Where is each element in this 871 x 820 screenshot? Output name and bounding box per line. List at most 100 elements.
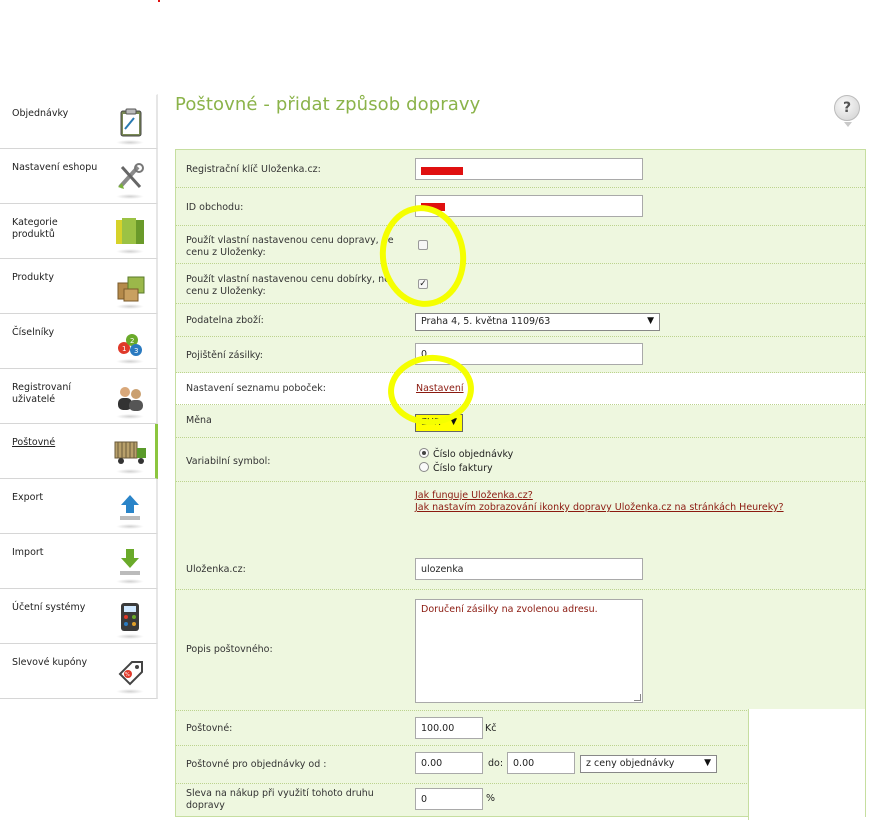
postage-to-input[interactable]: 0.00 [507,752,575,774]
download-icon [112,544,148,584]
discount-input[interactable]: 0 [415,788,483,810]
discount-label: Sleva na nákup při využití tohoto druhu … [186,788,374,811]
upload-icon [112,489,148,529]
row-currency: Měna EUR ▼ [176,405,865,438]
row-postage: Poštovné: 100.00 Kč [176,711,747,746]
variable-symbol-label: Variabilní symbol: [186,456,271,467]
sidebar-item-export[interactable]: Export [0,479,158,534]
row-postage-from: Poštovné pro objednávky od : 0.00 do: 0.… [176,746,747,784]
own-cod-label: Použít vlastní nastavenou cenu dobírky, … [186,274,390,297]
radio-button[interactable] [419,448,429,458]
sidebar-item-label: Účetní systémy [12,602,86,613]
row-variable-symbol: Variabilní symbol: Číslo objednávky Čísl… [176,438,865,482]
ulozenka-label: Uloženka.cz: [186,564,246,575]
dropdown-arrow-icon: ▼ [647,316,654,326]
truck-icon [112,434,148,474]
description-textarea[interactable]: Doručení zásilky na zvolenou adresu. [415,599,643,703]
row-branch: Podatelna zboží: Praha 4, 5. května 1109… [176,304,865,337]
coupon-icon: % [112,654,148,694]
row-discount: Sleva na nákup při využití tohoto druhu … [176,784,747,816]
sidebar-item-codebooks[interactable]: Číselníky 123 [0,314,158,369]
discount-unit: % [486,793,496,804]
branch-select-value: Praha 4, 5. května 1109/63 [421,316,551,327]
svg-text:%: % [125,672,130,678]
clipboard-icon [112,105,148,145]
row-registration-key: Registrační klíč Uloženka.cz: [176,150,865,188]
resize-grip-icon[interactable] [634,694,641,701]
vs-option-label: Číslo objednávky [433,449,514,460]
vs-option-label: Číslo faktury [433,463,493,474]
postage-basis-value: z ceny objednávky [586,758,675,769]
vs-option-order-number[interactable]: Číslo objednávky [419,448,513,462]
sidebar-item-products[interactable]: Produkty [0,259,158,314]
radio-button[interactable] [419,462,429,472]
dropdown-arrow-icon: ▼ [704,758,711,768]
numbers-icon: 123 [112,324,148,364]
registration-key-input[interactable] [415,158,643,180]
branch-select[interactable]: Praha 4, 5. května 1109/63 ▼ [415,313,660,331]
svg-text:3: 3 [134,347,138,355]
tools-icon [112,159,148,199]
help-button[interactable]: ? [834,95,860,127]
sidebar-item-categories[interactable]: Kategorie produktů [0,204,158,259]
calculator-icon [112,599,148,639]
help-link-how-it-works[interactable]: Jak funguje Uloženka.cz? [415,490,533,501]
postage-label: Poštovné: [186,723,233,734]
shop-id-input[interactable] [415,195,643,217]
sidebar-item-label: Slevové kupóny [12,657,88,668]
sidebar-item-accounting[interactable]: Účetní systémy [0,589,158,644]
vs-option-invoice-number[interactable]: Číslo faktury [419,462,513,476]
row-ulozenka: Jak funguje Uloženka.cz? Jak nastavím zo… [176,482,865,590]
description-label: Popis poštovného: [186,644,273,655]
row-own-cod: Použít vlastní nastavenou cenu dobírky, … [176,264,865,304]
branch-list-label: Nastavení seznamu poboček: [186,383,326,394]
svg-text:1: 1 [122,345,126,353]
sidebar-item-coupons[interactable]: Slevové kupóny % [0,644,158,699]
shop-id-label: ID obchodu: [186,202,244,213]
row-branch-list: Nastavení seznamu poboček: Nastavení [176,373,865,405]
variable-symbol-options: Číslo objednávky Číslo faktury [419,448,513,476]
sidebar-item-orders[interactable]: Objednávky [0,94,158,149]
registration-key-label: Registrační klíč Uloženka.cz: [186,164,321,175]
row-description: Popis poštovného: Doručení zásilky na zv… [176,590,865,711]
folder-icon [112,214,148,254]
row-shop-id: ID obchodu: [176,188,865,226]
postage-unit: Kč [485,723,497,734]
empty-panel-area [748,709,865,820]
sidebar-menu: Objednávky Nastavení eshopu Kategorie pr… [0,94,158,699]
description-text: Doručení zásilky na zvolenou adresu. [421,604,598,615]
sidebar-item-label: Import [12,547,44,558]
postage-form: Registrační klíč Uloženka.cz: ID obchodu… [175,149,866,820]
row-insurance: Pojištění zásilky: 0 [176,337,865,373]
help-link-heureka-icon[interactable]: Jak nastavím zobrazování ikonky dopravy … [415,502,784,513]
sidebar-item-label: Kategorie produktů [12,217,58,240]
users-icon [112,379,148,419]
sidebar-item-label: Export [12,492,44,503]
sidebar-item-postage[interactable]: Poštovné [0,424,158,479]
svg-text:2: 2 [130,337,134,345]
sidebar-item-label: Poštovné [12,437,56,448]
sidebar-item-shop-settings[interactable]: Nastavení eshopu [0,149,158,204]
postage-from-input[interactable]: 0.00 [415,752,483,774]
sidebar-item-import[interactable]: Import [0,534,158,589]
currency-label: Měna [186,415,212,426]
branch-label: Podatelna zboží: [186,315,264,326]
stray-red-dot [158,0,160,2]
own-price-label: Použít vlastní nastavenou cenu dopravy, … [186,235,394,258]
postage-from-label: Poštovné pro objednávky od : [186,759,327,770]
row-own-price: Použít vlastní nastavenou cenu dopravy, … [176,226,865,264]
insurance-label: Pojištění zásilky: [186,350,264,361]
sidebar-item-label: Registrovaní uživatelé [12,382,71,405]
postage-input[interactable]: 100.00 [415,717,483,739]
postage-to-label: do: [488,758,504,769]
sidebar-item-label: Číselníky [12,327,55,338]
boxes-icon [112,269,148,309]
sidebar-item-label: Nastavení eshopu [12,162,98,173]
sidebar-item-label: Produkty [12,272,54,283]
page-title: Poštovné - přidat způsob dopravy [175,94,481,115]
sidebar-item-users[interactable]: Registrovaní uživatelé [0,369,158,424]
redaction-mark [421,167,463,175]
sidebar-item-label: Objednávky [12,108,69,119]
ulozenka-input[interactable]: ulozenka [415,558,643,580]
postage-basis-select[interactable]: z ceny objednávky ▼ [580,755,717,773]
